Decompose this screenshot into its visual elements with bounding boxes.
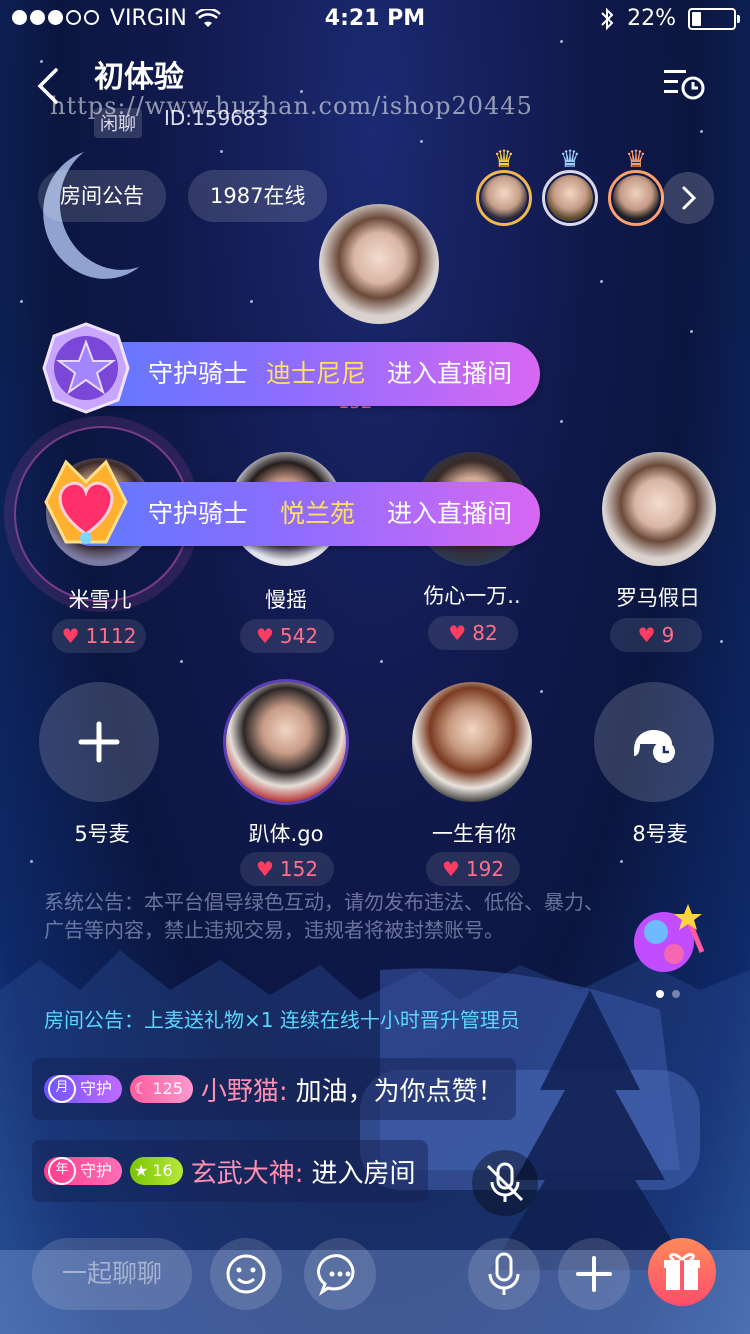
bluetooth-icon bbox=[601, 7, 614, 30]
contributor-avatar-3[interactable]: ♛ bbox=[608, 147, 664, 226]
chat-username[interactable]: 玄武大神: bbox=[191, 1153, 304, 1190]
chat-message: 年守护 ★ 16 玄武大神: 进入房间 bbox=[32, 1140, 428, 1202]
room-menu-button[interactable] bbox=[662, 66, 706, 102]
room-announcement: 房间公告：上麦送礼物×1 连续在线十小时晋升管理员 bbox=[44, 1008, 520, 1032]
points-badge: ★ 16 bbox=[130, 1157, 183, 1185]
seat-1-likes: ♥ 1112 bbox=[52, 619, 146, 653]
mic-off-icon bbox=[486, 1162, 524, 1202]
chat-text: 加油，为你点赞！ bbox=[295, 1076, 504, 1107]
emoji-button[interactable] bbox=[210, 1238, 282, 1310]
seat-2-likes: ♥ 542 bbox=[240, 619, 334, 653]
contributor-avatar-1[interactable]: ♛ bbox=[476, 147, 532, 226]
heart-icon: ♥ bbox=[61, 624, 80, 648]
guard-level-badge: 月守护 bbox=[44, 1075, 123, 1103]
heart-icon: ♥ bbox=[448, 621, 467, 645]
microphone-button[interactable] bbox=[468, 1238, 540, 1310]
points-badge: ☾ 125 bbox=[130, 1075, 193, 1103]
chat-input[interactable]: 一起聊聊 bbox=[32, 1238, 192, 1310]
empty-seat-5[interactable] bbox=[39, 682, 159, 802]
moon-icon: ☾ bbox=[134, 1079, 149, 1098]
carousel-pager bbox=[656, 990, 680, 998]
contributors-more-button[interactable] bbox=[662, 172, 714, 224]
seat-6-avatar[interactable] bbox=[226, 682, 346, 802]
voice-room-screen: VIRGIN 4:21 PM 22% 初体验 闲聊 ID:159683 http… bbox=[0, 0, 750, 1334]
heart-icon: ♥ bbox=[255, 624, 274, 648]
system-notice: 系统公告：本平台倡导绿色互动，请勿发布违法、低俗、暴力、广告等内容，禁止违规交易… bbox=[44, 890, 604, 942]
chat-message: 月守护 ☾ 125 小野猫: 加油，为你点赞！ bbox=[32, 1058, 516, 1120]
seat-7-avatar[interactable] bbox=[412, 682, 532, 802]
heart-icon: ♥ bbox=[637, 623, 656, 647]
seat-7-name: 一生有你 bbox=[432, 822, 516, 846]
seat-4-avatar[interactable] bbox=[602, 452, 716, 566]
battery-icon bbox=[688, 7, 740, 30]
seat-6-likes: ♥ 152 bbox=[240, 852, 334, 886]
empty-seat-8[interactable] bbox=[594, 682, 714, 802]
heart-knight-badge-icon bbox=[36, 452, 136, 552]
chat-bubble-icon bbox=[317, 1254, 355, 1296]
room-title: 初体验 bbox=[94, 60, 184, 95]
plus-icon bbox=[78, 721, 120, 763]
smiley-icon bbox=[226, 1254, 266, 1294]
plus-icon bbox=[576, 1256, 612, 1292]
list-clock-icon bbox=[664, 70, 705, 100]
online-count-chip[interactable]: 1987在线 bbox=[188, 170, 328, 222]
battery-percent: 22% bbox=[627, 6, 676, 31]
magic-wand-gift-icon[interactable] bbox=[628, 898, 708, 978]
chevron-right-icon bbox=[682, 186, 697, 210]
chat-username[interactable]: 小野猫: bbox=[201, 1071, 288, 1108]
star-knight-badge-icon bbox=[36, 318, 136, 418]
seat-8-name: 8号麦 bbox=[632, 822, 688, 846]
banner-action: 进入直播间 bbox=[386, 499, 512, 528]
banner-prefix: 守护骑士 bbox=[148, 359, 249, 388]
contributor-avatar-2[interactable]: ♛ bbox=[542, 147, 598, 226]
seat-6-name: 趴体.go bbox=[248, 822, 324, 846]
seat-4-likes: ♥ 9 bbox=[610, 618, 702, 652]
seat-5-name: 5号麦 bbox=[74, 822, 130, 846]
heart-icon: ♥ bbox=[255, 857, 274, 881]
banner-prefix: 守护骑士 bbox=[148, 499, 249, 528]
chat-text: 进入房间 bbox=[311, 1158, 416, 1189]
more-actions-button[interactable] bbox=[558, 1238, 630, 1310]
banner-user: 迪士尼尼 bbox=[266, 359, 367, 388]
banner-user: 悦兰苑 bbox=[280, 499, 356, 528]
crown-icon: ♛ bbox=[493, 145, 515, 173]
crown-icon: ♛ bbox=[559, 145, 581, 173]
messages-button[interactable] bbox=[304, 1238, 376, 1310]
banner-action: 进入直播间 bbox=[386, 359, 512, 388]
seat-4-name: 罗马假日 bbox=[616, 586, 700, 610]
host-avatar[interactable] bbox=[319, 204, 439, 324]
seat-3-name: 伤心一万.. bbox=[423, 584, 521, 608]
seat-1-name: 米雪儿 bbox=[68, 588, 132, 612]
gift-button[interactable] bbox=[648, 1238, 716, 1306]
guard-level-badge: 年守护 bbox=[44, 1157, 123, 1185]
seat-3-likes: ♥ 82 bbox=[428, 616, 518, 650]
locked-seat-icon bbox=[634, 730, 675, 763]
mic-icon bbox=[488, 1252, 520, 1295]
heart-icon: ♥ bbox=[441, 857, 460, 881]
seat-7-likes: ♥ 192 bbox=[426, 852, 520, 886]
status-bar: VIRGIN 4:21 PM 22% bbox=[0, 0, 750, 40]
seat-2-name: 慢摇 bbox=[265, 588, 307, 612]
gift-icon bbox=[664, 1253, 700, 1290]
watermark-text: https://www.huzhan.com/ishop20445 bbox=[50, 92, 533, 120]
star-icon: ★ bbox=[134, 1161, 149, 1180]
top-contributors: ♛ ♛ ♛ bbox=[476, 147, 664, 226]
crown-icon: ♛ bbox=[625, 145, 647, 173]
mute-mic-button[interactable] bbox=[472, 1150, 538, 1216]
room-notice-chip[interactable]: 房间公告 bbox=[38, 170, 166, 222]
